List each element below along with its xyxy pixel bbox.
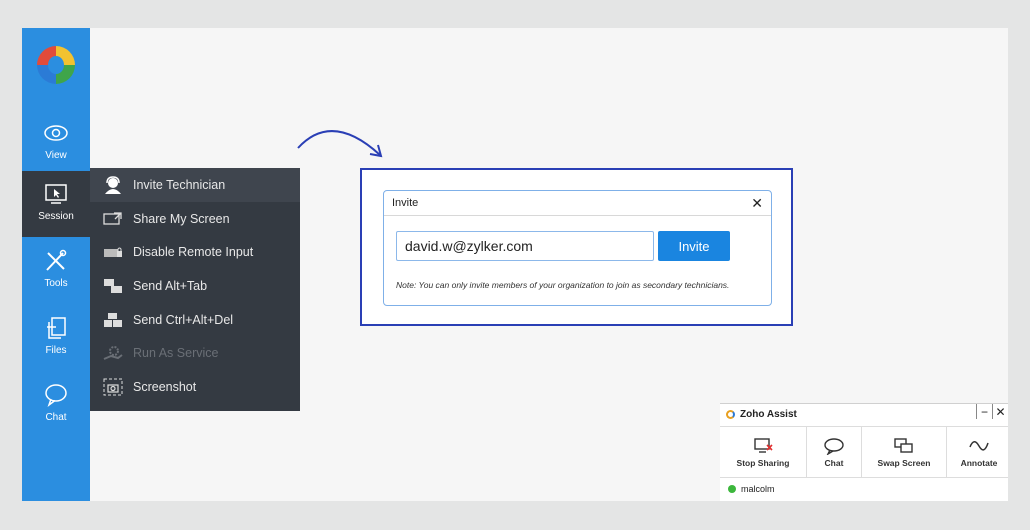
chat-bubble-icon bbox=[824, 437, 844, 455]
user-name: malcolm bbox=[741, 484, 775, 494]
rail-item-label: View bbox=[45, 150, 67, 161]
app-logo bbox=[37, 46, 75, 84]
swap-screen-icon bbox=[894, 437, 913, 453]
menu-item-label: Screenshot bbox=[133, 379, 197, 394]
menu-item-label: Disable Remote Input bbox=[133, 245, 254, 260]
dialog-title: Invite bbox=[392, 197, 419, 209]
rail-item-chat[interactable]: Chat bbox=[22, 372, 90, 438]
rail-item-tools[interactable]: Tools bbox=[22, 238, 90, 304]
rail-item-label: Chat bbox=[45, 412, 67, 423]
swap-screen-button[interactable]: Swap Screen bbox=[862, 427, 947, 477]
annotate-wave-icon bbox=[969, 440, 989, 451]
email-field[interactable] bbox=[396, 231, 654, 261]
menu-item-invite-technician[interactable]: Invite Technician bbox=[90, 168, 300, 202]
zoho-assist-toolbar: Zoho Assist − ✕ Stop Sharing Chat Swap S… bbox=[720, 403, 1008, 501]
gear-hand-icon bbox=[102, 344, 124, 362]
minimize-icon[interactable]: − bbox=[976, 404, 992, 419]
window-controls: − ✕ bbox=[976, 404, 1008, 419]
menu-item-label: Send Alt+Tab bbox=[133, 278, 208, 293]
menu-item-send-alt-tab[interactable]: Send Alt+Tab bbox=[90, 269, 300, 303]
invite-highlight-frame: Invite ✕ Invite Note: You can only invit… bbox=[360, 168, 793, 326]
menu-item-label: Send Ctrl+Alt+Del bbox=[133, 312, 234, 327]
chat-bubble-icon bbox=[45, 384, 67, 408]
rail-item-view[interactable]: View bbox=[22, 110, 90, 176]
chat-button[interactable]: Chat bbox=[807, 427, 862, 477]
files-icon bbox=[47, 317, 66, 339]
rail-item-label: Session bbox=[38, 211, 74, 222]
headset-user-icon bbox=[102, 176, 124, 194]
stop-sharing-button[interactable]: Stop Sharing bbox=[720, 427, 807, 477]
invite-note: Note: You can only invite members of you… bbox=[396, 280, 730, 290]
stop-sharing-icon bbox=[754, 437, 773, 453]
zoho-assist-title: Zoho Assist bbox=[740, 408, 797, 420]
menu-item-screenshot[interactable]: Screenshot bbox=[90, 370, 300, 404]
menu-item-label: Run As Service bbox=[133, 346, 219, 361]
rail-item-label: Files bbox=[45, 345, 67, 356]
rail-item-files[interactable]: Files bbox=[22, 305, 90, 371]
zoho-assist-tools: Stop Sharing Chat Swap Screen Annotate bbox=[720, 426, 1008, 478]
app-canvas: View Session Tools Files Chat Invite Tec… bbox=[22, 28, 1008, 501]
menu-item-share-my-screen[interactable]: Share My Screen bbox=[90, 202, 300, 236]
zoho-assist-header: Zoho Assist bbox=[720, 404, 1008, 424]
tools-icon bbox=[46, 249, 67, 271]
keyboard-lock-icon bbox=[102, 243, 124, 261]
menu-item-disable-remote-input[interactable]: Disable Remote Input bbox=[90, 235, 300, 269]
menu-item-label: Invite Technician bbox=[133, 177, 226, 192]
ctrl-alt-del-icon bbox=[102, 311, 124, 329]
zoho-assist-logo-icon bbox=[726, 409, 735, 419]
camera-icon bbox=[102, 378, 124, 396]
left-nav-rail: View Session Tools Files Chat bbox=[22, 28, 90, 501]
alt-tab-icon bbox=[102, 277, 124, 295]
dialog-header: Invite ✕ bbox=[384, 191, 771, 216]
menu-item-label: Share My Screen bbox=[133, 211, 230, 226]
invite-button[interactable]: Invite bbox=[658, 231, 730, 261]
menu-item-run-as-service: Run As Service bbox=[90, 336, 300, 370]
invite-dialog: Invite ✕ Invite Note: You can only invit… bbox=[383, 190, 772, 306]
cursor-screen-icon bbox=[45, 184, 67, 204]
rail-item-session[interactable]: Session bbox=[22, 171, 90, 237]
online-status-icon bbox=[728, 485, 736, 493]
close-icon[interactable]: ✕ bbox=[751, 196, 763, 210]
annotate-button[interactable]: Annotate bbox=[947, 427, 1008, 477]
close-icon[interactable]: ✕ bbox=[992, 404, 1008, 419]
session-user: malcolm bbox=[728, 484, 775, 494]
eye-icon bbox=[44, 125, 68, 141]
menu-item-send-ctrl-alt-del[interactable]: Send Ctrl+Alt+Del bbox=[90, 303, 300, 337]
curved-arrow-icon bbox=[297, 130, 383, 158]
rail-item-label: Tools bbox=[44, 278, 68, 289]
session-menu: Invite Technician Share My Screen Disabl… bbox=[90, 168, 300, 411]
share-screen-icon bbox=[102, 210, 124, 228]
